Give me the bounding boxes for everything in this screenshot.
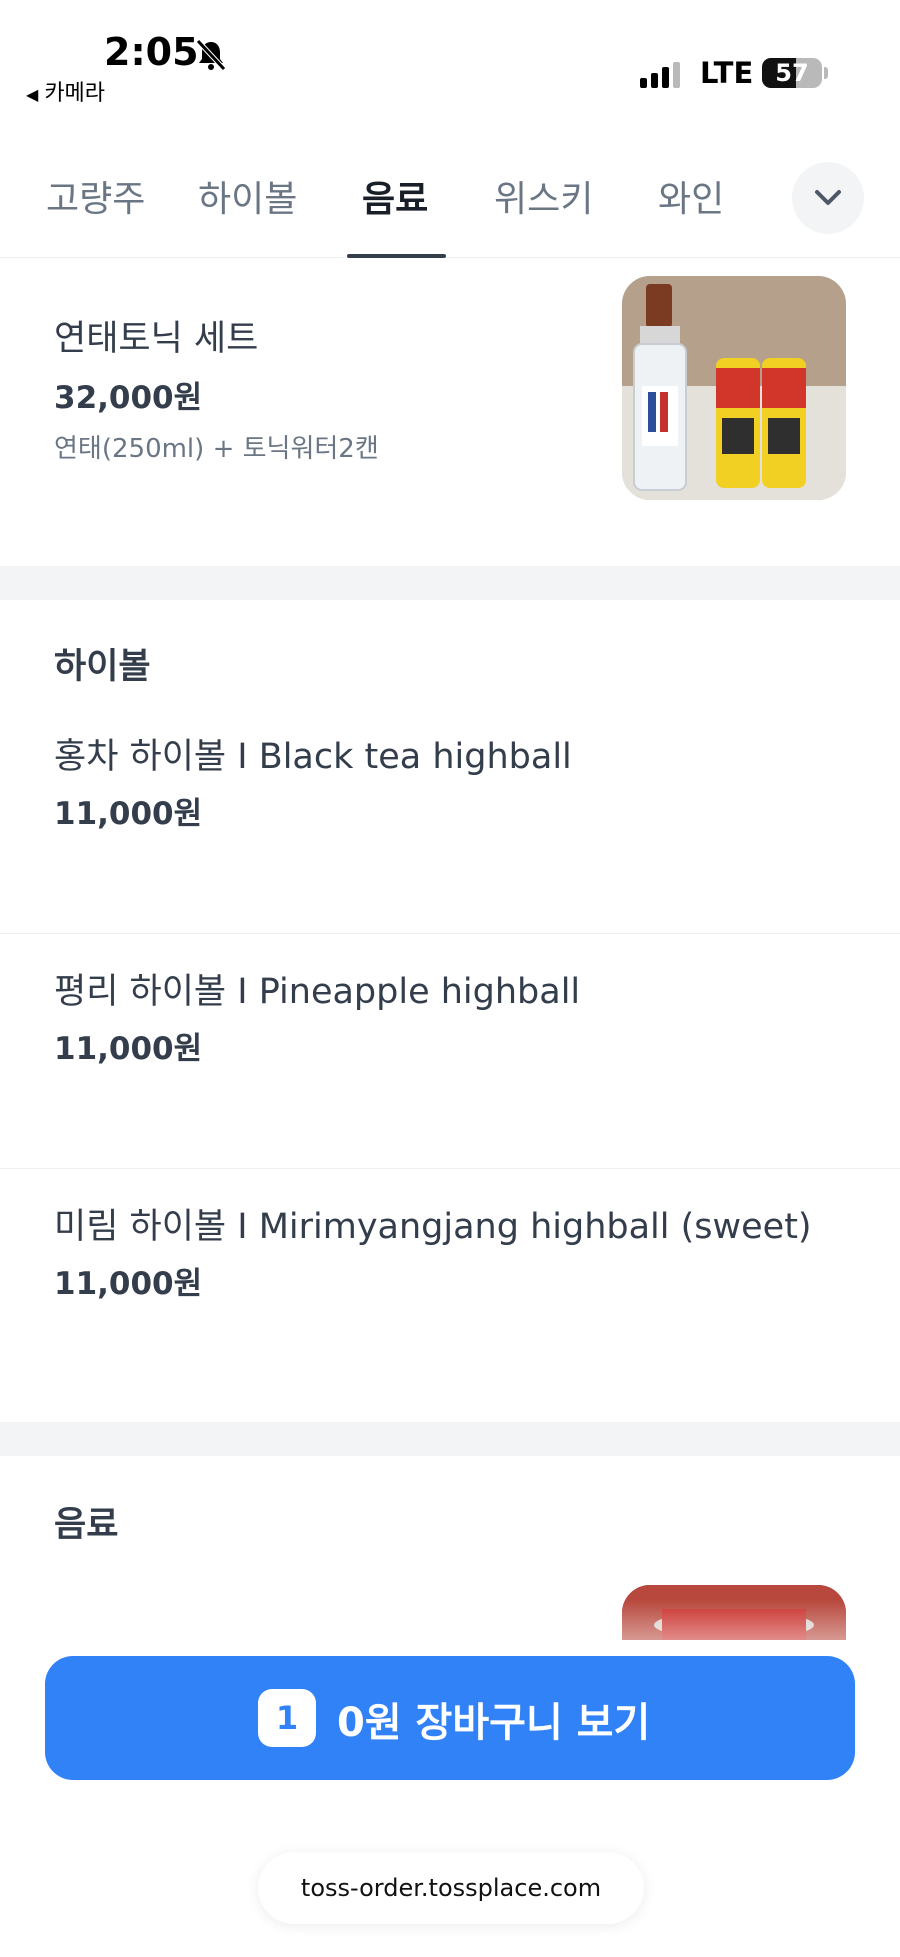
tab-wine[interactable]: 와인 [658, 170, 724, 222]
item-price: 11,000원 [54, 796, 203, 832]
tab-whisky[interactable]: 위스키 [494, 170, 593, 222]
section-separator [0, 1422, 900, 1456]
item-price: 11,000원 [54, 1031, 203, 1067]
section-separator [0, 566, 900, 600]
item-description: 연태(250ml) + 토닉워터2캔 [54, 434, 379, 464]
tab-highball[interactable]: 하이볼 [198, 170, 297, 222]
item-price: 32,000원 [54, 380, 203, 416]
more-categories-button[interactable] [792, 162, 864, 234]
battery-icon: 57 [762, 58, 822, 88]
cart-count-badge: 1 [258, 1689, 316, 1747]
item-name: 평리 하이볼 I Pineapple highball [54, 972, 581, 1012]
cart-label: 0원 장바구니 보기 [337, 1700, 651, 1746]
battery-nub [824, 67, 828, 79]
category-tabbar: 고량주 하이볼 음료 위스키 와인 [0, 140, 900, 258]
network-type: LTE [700, 56, 754, 90]
tab-goryangju[interactable]: 고량주 [46, 170, 145, 222]
battery-level: 57 [775, 59, 809, 87]
item-divider [0, 933, 900, 934]
view-cart-button[interactable]: 1 0원 장바구니 보기 [45, 1656, 855, 1780]
chevron-down-icon [815, 190, 841, 205]
status-time: 2:05 [104, 30, 199, 74]
item-price: 11,000원 [54, 1266, 203, 1302]
item-name: 미림 하이볼 I Mirimyangjang highball (sweet) [54, 1207, 812, 1247]
active-tab-indicator [347, 254, 446, 258]
item-name: 연태토닉 세트 [54, 319, 259, 359]
tab-beverage[interactable]: 음료 [362, 170, 428, 222]
status-bar: 2:05 ◀ 카메라 LTE 57 [0, 0, 900, 110]
section-title-beverage: 음료 [54, 1505, 119, 1545]
back-triangle-icon: ◀ [26, 85, 39, 104]
item-name: 홍차 하이볼 I Black tea highball [54, 737, 572, 777]
item-divider [0, 1168, 900, 1169]
silent-bell-icon [196, 39, 226, 71]
section-title-highball: 하이볼 [54, 647, 151, 687]
back-to-app-link[interactable]: ◀ 카메라 [26, 75, 105, 107]
item-image-bottle-and-cans [622, 276, 846, 500]
cellular-signal-icon [640, 62, 680, 88]
browser-url-bar[interactable]: toss-order.tossplace.com [258, 1852, 644, 1924]
back-app-label: 카메라 [44, 81, 106, 106]
